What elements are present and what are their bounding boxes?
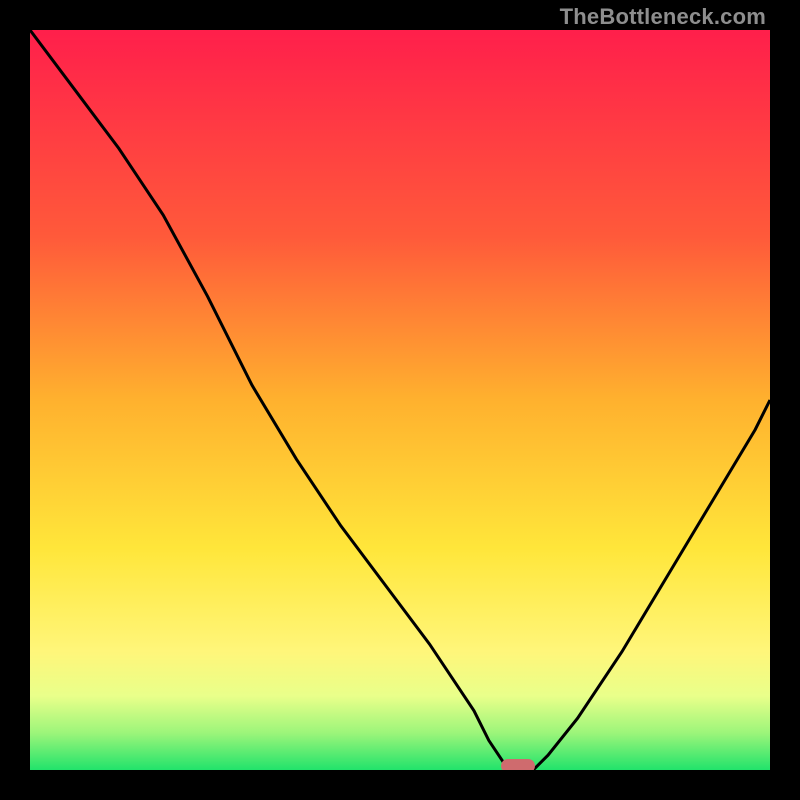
watermark-text: TheBottleneck.com xyxy=(560,4,766,30)
curve-svg xyxy=(30,30,770,770)
plot-area xyxy=(30,30,770,770)
chart-frame: TheBottleneck.com xyxy=(0,0,800,800)
optimal-point-marker xyxy=(501,759,535,770)
bottleneck-curve-line xyxy=(30,30,770,770)
